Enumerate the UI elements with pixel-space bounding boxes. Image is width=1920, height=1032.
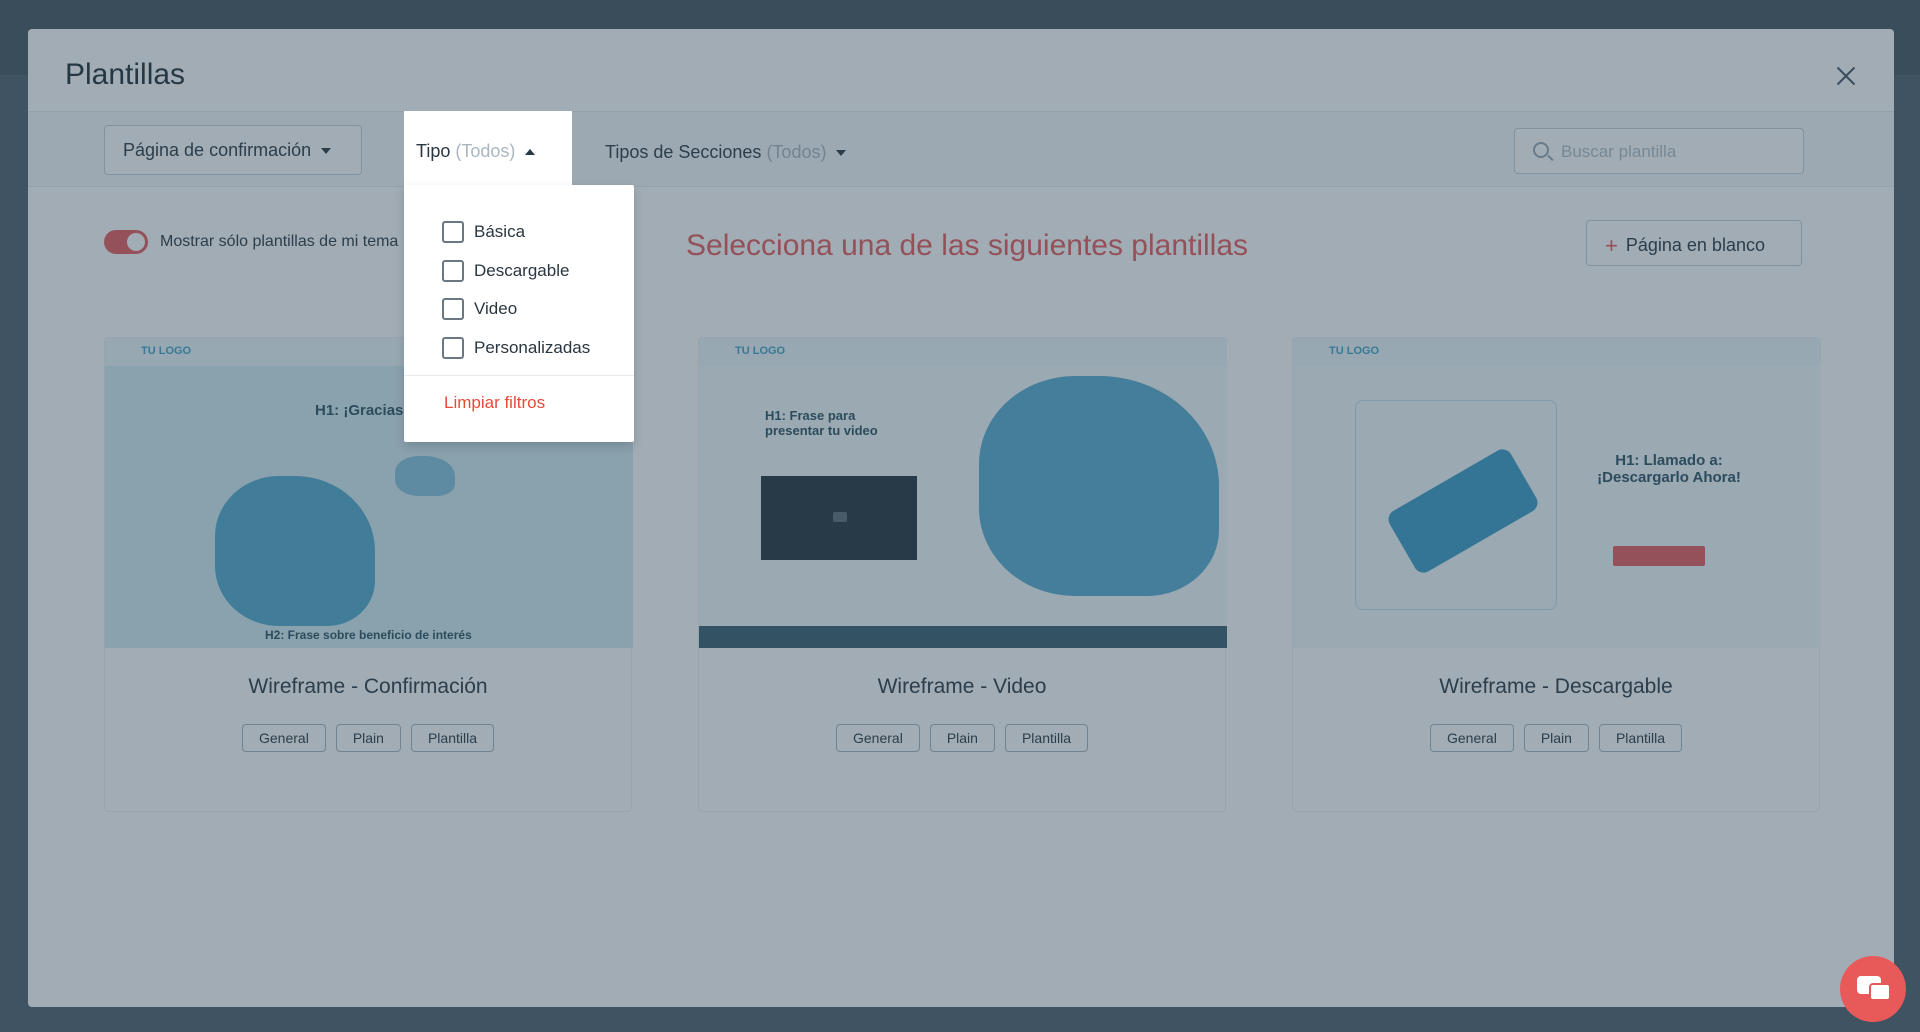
theme-toggle[interactable] bbox=[104, 230, 148, 254]
tipo-dropdown: Básica Descargable Video Personalizadas … bbox=[404, 185, 634, 442]
option-label: Personalizadas bbox=[474, 338, 591, 357]
template-thumbnail: TU LOGO H1: Llamado a: ¡Descargarlo Ahor… bbox=[1293, 338, 1821, 648]
checkbox[interactable] bbox=[442, 337, 464, 359]
card-title: Wireframe - Descargable bbox=[1439, 675, 1673, 698]
tag: Plantilla bbox=[1004, 724, 1088, 752]
page-type-label: Página de confirmación bbox=[123, 140, 312, 160]
template-thumbnail: TU LOGO H1: Frase para presentar tu vide… bbox=[699, 338, 1227, 648]
thumbnail-h1: H1: ¡Gracias bbox=[315, 402, 404, 419]
dropdown-option[interactable]: Básica bbox=[442, 221, 525, 243]
template-cards: TU LOGO H1: ¡Gracias H2: Frase sobre ben… bbox=[104, 337, 1821, 812]
thumbnail-logo: TU LOGO bbox=[1293, 338, 1821, 366]
tag: General bbox=[836, 724, 920, 752]
dropdown-option[interactable]: Descargable bbox=[442, 260, 569, 282]
thumbnail-cta bbox=[1613, 546, 1705, 566]
page-title: Selecciona una de las siguientes plantil… bbox=[686, 229, 1249, 262]
search-icon bbox=[1533, 142, 1549, 158]
play-icon bbox=[833, 512, 847, 522]
theme-toggle-row: Mostrar sólo plantillas de mi tema bbox=[104, 230, 398, 254]
dropdown-option[interactable]: Personalizadas bbox=[442, 337, 590, 359]
template-card[interactable]: TU LOGO H1: Frase para presentar tu vide… bbox=[698, 337, 1227, 812]
tag: Plain bbox=[1523, 724, 1589, 752]
tag: General bbox=[242, 724, 326, 752]
filter-bar: Página de confirmación Tipos de Seccione… bbox=[28, 111, 1894, 188]
thumbnail-hero: H1: Llamado a: ¡Descargarlo Ahora! bbox=[1293, 366, 1821, 648]
tag: Plantilla bbox=[1598, 724, 1682, 752]
dropdown-divider bbox=[404, 375, 634, 376]
secciones-label: Tipos de Secciones bbox=[605, 142, 762, 162]
thumbnail-h1: H1: Llamado a: ¡Descargarlo Ahora! bbox=[1597, 452, 1741, 486]
option-label: Descargable bbox=[474, 261, 570, 280]
card-title: Wireframe - Confirmación bbox=[248, 675, 488, 698]
tab-tipos-de-secciones[interactable]: Tipos de Secciones (Todos) bbox=[593, 112, 858, 188]
modal-title: Plantillas bbox=[65, 58, 186, 91]
option-label: Básica bbox=[474, 222, 526, 241]
chat-button[interactable] bbox=[1840, 956, 1906, 1022]
chat-icon bbox=[1857, 976, 1891, 1001]
tag: Plain bbox=[929, 724, 995, 752]
toggle-knob bbox=[127, 233, 145, 251]
chevron-down-icon bbox=[836, 150, 847, 157]
thumbnail-logo: TU LOGO bbox=[699, 338, 1227, 366]
plus-icon: + bbox=[1605, 233, 1618, 258]
clear-filters-link[interactable]: Limpiar filtros bbox=[444, 393, 545, 413]
thumbnail-h1: H1: Frase para presentar tu video bbox=[765, 408, 878, 438]
blank-page-button[interactable]: + Página en blanco bbox=[1586, 220, 1802, 266]
chevron-up-icon bbox=[525, 149, 536, 156]
blank-page-label: Página en blanco bbox=[1625, 235, 1765, 255]
card-tags: General Plain Plantilla bbox=[105, 724, 631, 752]
close-icon[interactable] bbox=[1832, 62, 1860, 90]
thumbnail-h2: H2: Frase sobre beneficio de interés bbox=[265, 628, 472, 642]
illustration-person bbox=[979, 376, 1219, 596]
card-tags: General Plain Plantilla bbox=[1293, 724, 1819, 752]
toggle-label: Mostrar sólo plantillas de mi tema bbox=[160, 233, 399, 250]
modal-header: Plantillas bbox=[28, 29, 1894, 111]
video-placeholder bbox=[761, 476, 917, 560]
dropdown-option[interactable]: Video bbox=[442, 298, 517, 320]
thumbnail-footer bbox=[699, 626, 1227, 648]
card-title: Wireframe - Video bbox=[877, 675, 1047, 698]
secciones-value: (Todos) bbox=[766, 142, 827, 162]
template-card[interactable]: TU LOGO H1: Llamado a: ¡Descargarlo Ahor… bbox=[1292, 337, 1821, 812]
tag: General bbox=[1430, 724, 1514, 752]
checkbox[interactable] bbox=[442, 221, 464, 243]
tag: Plantilla bbox=[410, 724, 494, 752]
chevron-down-icon bbox=[321, 148, 332, 155]
tipo-label: Tipo bbox=[416, 141, 451, 161]
page-type-select[interactable]: Página de confirmación bbox=[104, 125, 362, 175]
checkbox[interactable] bbox=[442, 260, 464, 282]
tab-tipo-active[interactable]: Tipo (Todos) bbox=[404, 111, 572, 187]
illustration-person bbox=[215, 476, 375, 626]
checkbox[interactable] bbox=[442, 298, 464, 320]
illustration-objects bbox=[395, 456, 455, 496]
templates-modal: Plantillas Página de confirmación Tipos … bbox=[28, 29, 1894, 1007]
tipo-value: (Todos) bbox=[455, 141, 516, 161]
search-box[interactable] bbox=[1514, 128, 1804, 174]
search-input[interactable] bbox=[1561, 139, 1791, 165]
option-label: Video bbox=[474, 299, 518, 318]
card-tags: General Plain Plantilla bbox=[699, 724, 1225, 752]
tag: Plain bbox=[335, 724, 401, 752]
thumbnail-hero: H1: Frase para presentar tu video bbox=[699, 366, 1227, 648]
